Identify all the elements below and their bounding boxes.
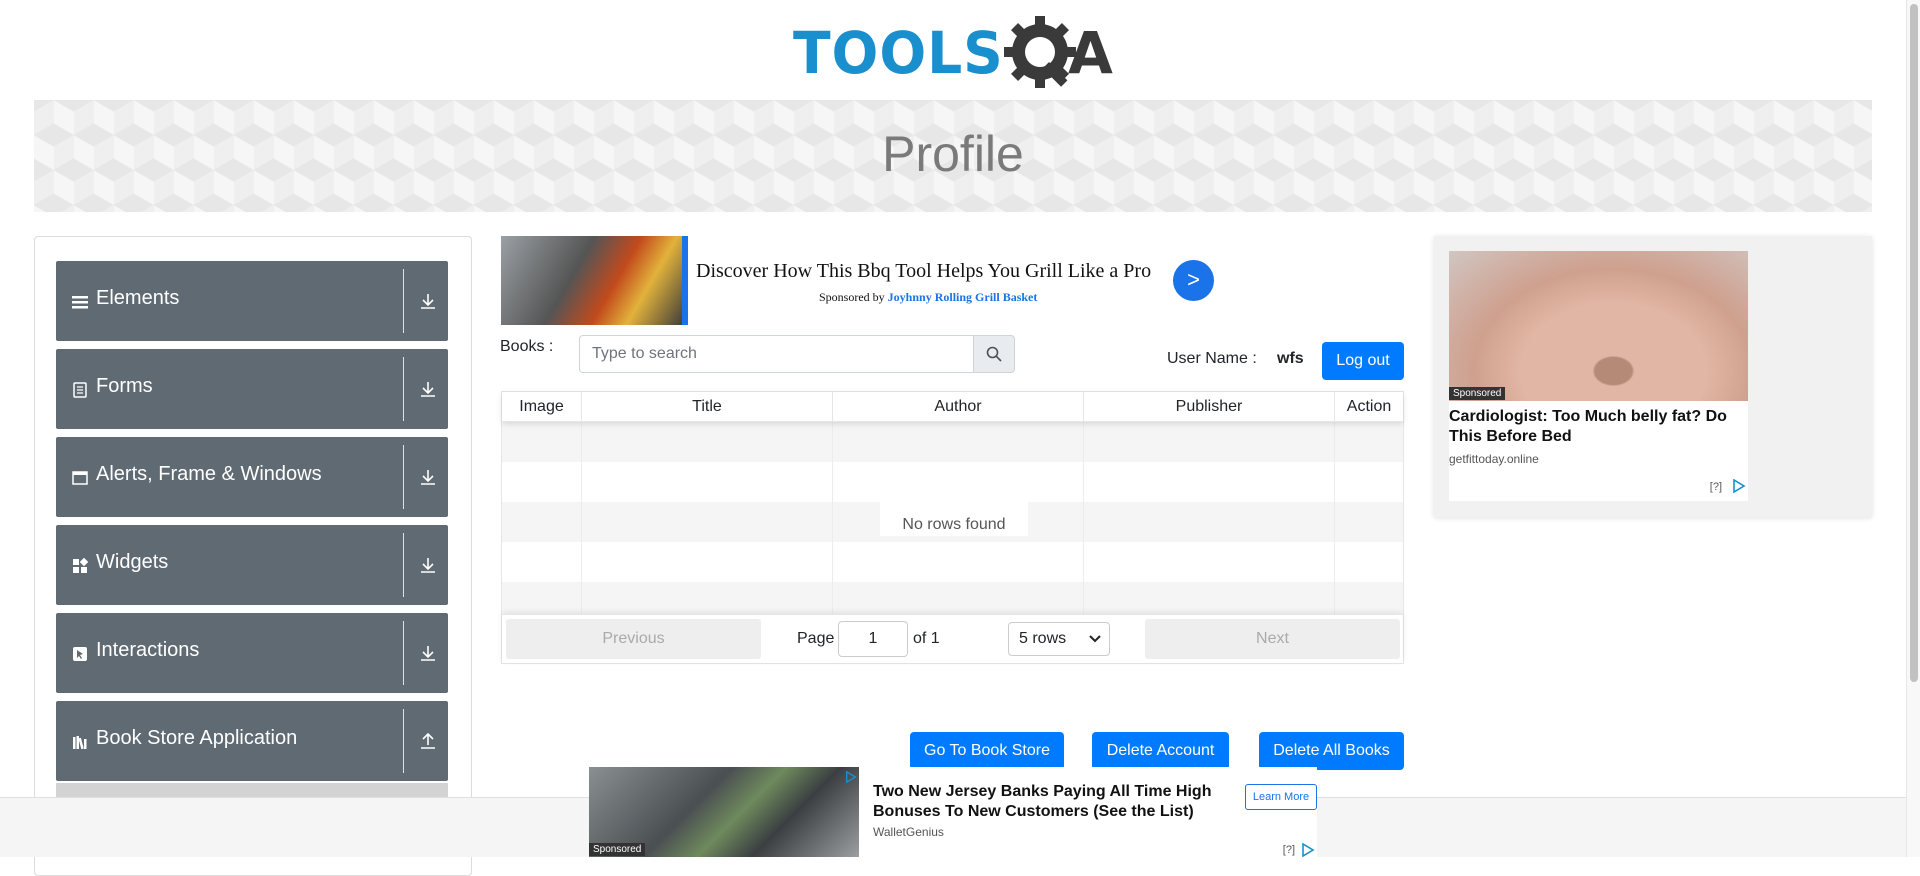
column-header-image[interactable]: Image [502,392,582,422]
toolsqa-logo[interactable]: TOOLS A [793,14,1118,90]
table-row [502,422,1403,462]
ad-right[interactable]: Sponsored Cardiologist: Too Much belly f… [1434,236,1872,517]
ad-top[interactable]: Discover How This Bbq Tool Helps You Gri… [501,236,1214,325]
adchoices-icon[interactable] [1732,479,1746,493]
page-label: Page [797,630,835,647]
delete-account-button[interactable]: Delete Account [1092,732,1229,770]
table-row [502,582,1403,614]
chevron-down-icon [1089,635,1101,643]
sidebar: Elements Forms Alerts, Frame & Windows W… [34,236,472,876]
sidebar-group-label: Alerts, Frame & Windows [96,463,322,485]
no-rows-message: No rows found [880,496,1028,536]
rows-select-value: 5 rows [1019,630,1067,647]
download-icon [421,558,435,573]
column-divider [1334,422,1335,614]
ad-info-link[interactable]: [?] [1283,844,1295,856]
page-number-input[interactable]: 1 [838,621,908,657]
hamburger-icon [72,296,88,309]
sidebar-group-label: Widgets [96,551,169,573]
cursor-icon [73,647,87,661]
sidebar-group-forms[interactable]: Forms [56,349,448,429]
rows-per-page-select[interactable]: 5 rows [1008,622,1110,656]
search-input[interactable]: Type to search [579,335,974,373]
page-banner: Profile [34,100,1872,212]
download-icon [421,382,435,397]
download-icon [421,294,435,309]
upload-icon [421,732,435,749]
sidebar-group-label: Interactions [96,639,200,661]
ad-sponsored-badge: Sponsored [1449,387,1506,400]
learn-more-button[interactable]: Learn More [1245,784,1317,810]
next-button[interactable]: Next [1145,619,1400,659]
document-icon [73,382,87,398]
column-header-action[interactable]: Action [1335,392,1403,422]
ad-image[interactable] [1449,251,1748,401]
ad-sponsored-badge: Sponsored [589,843,646,856]
divider [403,357,404,421]
column-divider [1083,422,1084,614]
grid-icon [73,558,88,573]
scrollbar-thumb[interactable] [1910,4,1918,682]
page-scrollbar[interactable] [1906,0,1920,857]
logout-button[interactable]: Log out [1322,342,1404,380]
table-row [502,542,1403,582]
ad-go-button[interactable]: > [1173,260,1214,301]
user-name-value: wfs [1277,350,1304,367]
pagination: Previous Page 1 of 1 5 rows Next [502,614,1403,663]
logo-text: TOOLS [793,19,1004,87]
column-header-title[interactable]: Title [582,392,833,422]
sidebar-group-elements[interactable]: Elements [56,261,448,341]
sidebar-group-alerts[interactable]: Alerts, Frame & Windows [56,437,448,517]
sidebar-group-label: Elements [96,287,180,309]
ad-bottom[interactable]: Sponsored Two New Jersey Banks Paying Al… [589,767,1317,857]
ad-domain: WalletGenius [873,825,944,839]
column-header-author[interactable]: Author [833,392,1084,422]
ad-sponsored-prefix: Sponsored by [819,290,885,304]
ad-info-link[interactable]: [?] [1710,481,1722,493]
books-label: Books : [500,338,554,355]
column-header-publisher[interactable]: Publisher [1084,392,1335,422]
go-to-book-store-button[interactable]: Go To Book Store [910,732,1064,770]
previous-button[interactable]: Previous [506,619,761,659]
divider [403,269,404,333]
divider [403,709,404,773]
logo-suffix: A [1068,19,1113,87]
books-icon [73,736,87,750]
ad-title[interactable]: Cardiologist: Too Much belly fat? Do Thi… [1449,407,1744,447]
table-header: Image Title Author Publisher Action [502,392,1403,422]
divider [403,533,404,597]
sidebar-group-label: Book Store Application [96,727,298,749]
divider [403,621,404,685]
download-icon [421,646,435,661]
ad-card[interactable]: Sponsored Cardiologist: Too Much belly f… [1449,251,1748,501]
page-total: of 1 [913,630,940,647]
search-icon [986,346,1002,362]
ad-accent-bar [682,236,688,325]
divider [403,445,404,509]
sidebar-group-interactions[interactable]: Interactions [56,613,448,693]
books-table: Image Title Author Publisher Action No r… [501,391,1404,664]
ad-title[interactable]: Two New Jersey Banks Paying All Time Hig… [873,782,1233,822]
column-divider [832,422,833,614]
ad-sponsor-name[interactable]: Joyhnny Rolling Grill Basket [888,290,1038,304]
ad-image [501,236,685,325]
window-icon [72,471,88,485]
page-title: Profile [882,126,1024,182]
sidebar-group-widgets[interactable]: Widgets [56,525,448,605]
ad-domain: getfittoday.online [1449,452,1539,466]
sidebar-group-book-store[interactable]: Book Store Application [56,701,448,781]
user-name-label: User Name : [1167,350,1257,367]
adchoices-icon[interactable] [845,771,857,783]
ad-headline[interactable]: Discover How This Bbq Tool Helps You Gri… [696,260,1151,283]
ad-sponsor-line: Sponsored by Joyhnny Rolling Grill Baske… [819,290,1037,305]
sidebar-group-label: Forms [96,375,153,397]
column-divider [581,422,582,614]
adchoices-icon[interactable] [1301,843,1315,857]
download-icon [421,470,435,485]
search-button[interactable] [973,335,1015,373]
delete-all-books-button[interactable]: Delete All Books [1259,732,1404,770]
